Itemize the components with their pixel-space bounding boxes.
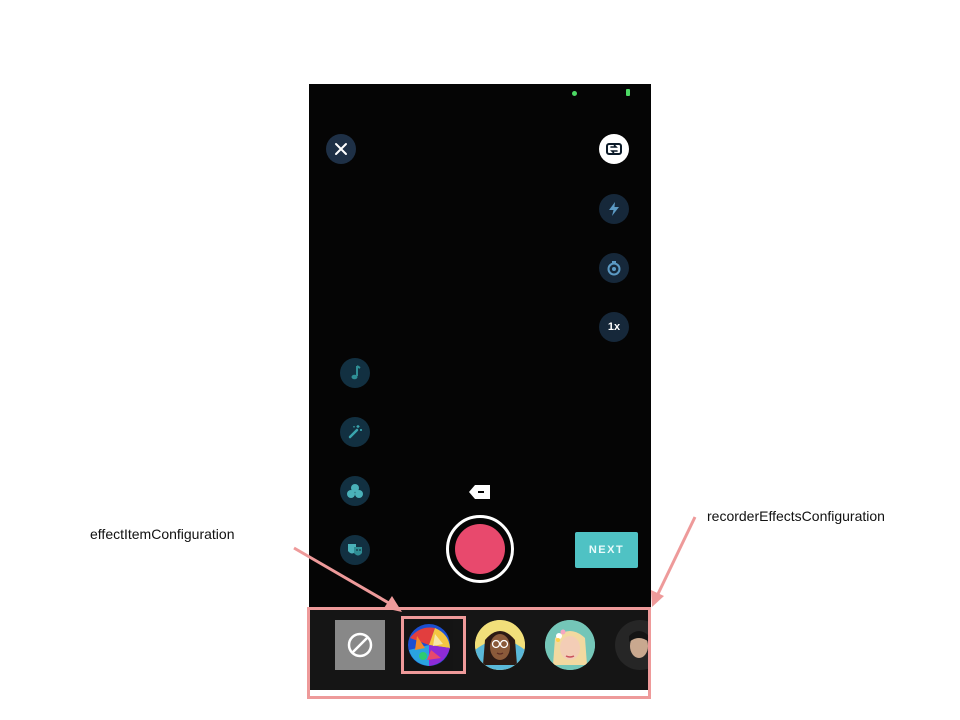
annotation-arrows [293, 516, 697, 612]
effect-item-configuration-label: effectItemConfiguration [90, 526, 235, 542]
recorder-effects-configuration-label: recorderEffectsConfiguration [707, 508, 885, 524]
